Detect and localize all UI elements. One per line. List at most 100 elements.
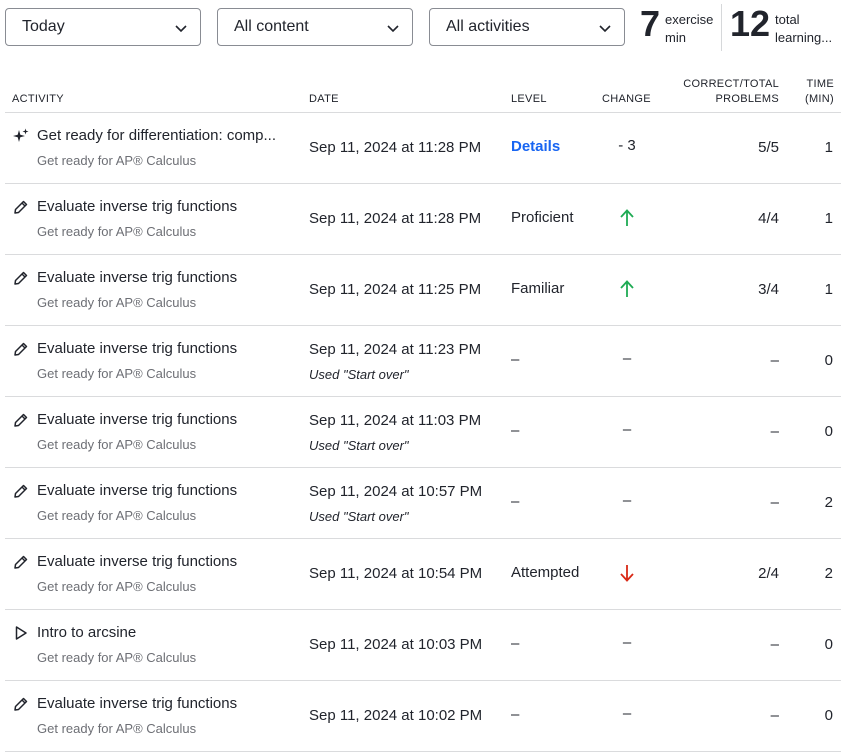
activity-title[interactable]: Intro to arcsine — [37, 624, 299, 641]
total-label-line2: learning... — [775, 30, 833, 45]
exercise-minutes-value: 7 — [640, 3, 661, 44]
activity-date: Sep 11, 2024 at 10:02 PM — [309, 707, 483, 724]
table-row[interactable]: Get ready for differentiation: comp... Ge… — [5, 113, 841, 184]
activity-title[interactable]: Evaluate inverse trig functions — [37, 411, 299, 428]
table-row[interactable]: Evaluate inverse trig functions Get ready… — [5, 397, 841, 468]
score-value: – — [770, 707, 779, 724]
activity-title[interactable]: Evaluate inverse trig functions — [37, 482, 299, 499]
content-value: All content — [234, 18, 309, 35]
mastery-level: Familiar — [511, 280, 565, 297]
pencil-icon — [13, 483, 29, 499]
change-indicator — [605, 279, 649, 299]
total-learning-value: 12 — [730, 3, 771, 44]
header-score-line2: PROBLEMS — [715, 93, 779, 105]
table-row[interactable]: Intro to arcsine Get ready for AP® Calcul… — [5, 610, 841, 681]
activity-date: Sep 11, 2024 at 10:54 PM — [309, 565, 483, 582]
score-value: 4/4 — [758, 210, 779, 227]
change-value: – — [622, 350, 632, 367]
pencil-icon — [13, 554, 29, 570]
mastery-level: Proficient — [511, 209, 574, 226]
score-value: 2/4 — [758, 565, 779, 582]
activity-title[interactable]: Evaluate inverse trig functions — [37, 695, 299, 712]
score-value: 3/4 — [758, 281, 779, 298]
header-activity: ACTIVITY — [12, 93, 64, 105]
content-select[interactable]: All content — [217, 8, 413, 46]
change-indicator — [605, 208, 649, 228]
activity-title[interactable]: Evaluate inverse trig functions — [37, 340, 299, 357]
arrow-up-icon — [620, 280, 634, 297]
header-score: CORRECT/TOTAL PROBLEMS — [683, 77, 779, 107]
table-row[interactable]: Evaluate inverse trig functions Get ready… — [5, 184, 841, 255]
course-name: Get ready for AP® Calculus — [37, 224, 197, 239]
pencil-icon — [13, 270, 29, 286]
change-value: - 3 — [618, 137, 636, 154]
sparkle-icon — [13, 128, 29, 144]
activity-note: Used "Start over" — [309, 438, 409, 453]
course-name: Get ready for AP® Calculus — [37, 153, 197, 168]
time-value: 1 — [824, 210, 833, 227]
header-level: LEVEL — [511, 93, 547, 105]
header-time: TIME (MIN) — [805, 77, 834, 107]
time-value: 0 — [824, 352, 833, 369]
activity-title[interactable]: Evaluate inverse trig functions — [37, 198, 299, 215]
time-value: 0 — [824, 423, 833, 440]
score-value: – — [770, 636, 779, 653]
change-value: – — [622, 705, 632, 722]
header-date: DATE — [309, 93, 339, 105]
score-value: 5/5 — [758, 139, 779, 156]
header-score-line1: CORRECT/TOTAL — [683, 78, 779, 90]
exercise-label-line1: exercise — [665, 12, 713, 27]
course-name: Get ready for AP® Calculus — [37, 508, 197, 523]
activities-select[interactable]: All activities — [429, 8, 625, 46]
mastery-level: – — [511, 635, 520, 652]
course-name: Get ready for AP® Calculus — [37, 721, 197, 736]
pencil-icon — [13, 199, 29, 215]
play-icon — [13, 625, 29, 641]
activity-note: Used "Start over" — [309, 509, 409, 524]
header-time-line1: TIME — [806, 78, 834, 90]
arrow-up-icon — [620, 209, 634, 226]
time-value: 1 — [824, 281, 833, 298]
activity-title[interactable]: Evaluate inverse trig functions — [37, 553, 299, 570]
time-value: 2 — [824, 494, 833, 511]
date-range-value: Today — [22, 18, 65, 35]
activity-date: Sep 11, 2024 at 11:28 PM — [309, 210, 482, 227]
score-value: – — [770, 352, 779, 369]
activity-date: Sep 11, 2024 at 10:57 PM — [309, 483, 483, 500]
time-value: 0 — [824, 636, 833, 653]
table-row[interactable]: Evaluate inverse trig functions Get ready… — [5, 255, 841, 326]
pencil-icon — [13, 341, 29, 357]
activities-value: All activities — [446, 18, 530, 35]
chevron-down-icon — [387, 25, 399, 33]
mastery-level: – — [511, 422, 520, 439]
change-value: – — [622, 492, 632, 509]
score-value: – — [770, 494, 779, 511]
table-row[interactable]: Evaluate inverse trig functions Get ready… — [5, 326, 841, 397]
header-time-line2: (MIN) — [805, 93, 834, 105]
chevron-down-icon — [175, 25, 187, 33]
mastery-level: – — [511, 493, 520, 510]
course-name: Get ready for AP® Calculus — [37, 579, 197, 594]
table-row[interactable]: Evaluate inverse trig functions Get ready… — [5, 539, 841, 610]
mastery-level: Attempted — [511, 564, 580, 581]
course-name: Get ready for AP® Calculus — [37, 650, 197, 665]
activity-date: Sep 11, 2024 at 11:25 PM — [309, 281, 482, 298]
change-value: – — [622, 634, 632, 651]
course-name: Get ready for AP® Calculus — [37, 366, 197, 381]
exercise-minutes-label: exercise min — [665, 11, 713, 47]
change-value: – — [622, 421, 632, 438]
activity-title[interactable]: Get ready for differentiation: comp... — [37, 127, 299, 144]
arrow-down-icon — [620, 565, 634, 582]
details-link[interactable]: Details — [511, 138, 560, 155]
activity-title[interactable]: Evaluate inverse trig functions — [37, 269, 299, 286]
table-row[interactable]: Evaluate inverse trig functions Get ready… — [5, 468, 841, 539]
header-change: CHANGE — [602, 93, 651, 105]
mastery-level: – — [511, 706, 520, 723]
mastery-level: – — [511, 351, 520, 368]
chevron-down-icon — [599, 25, 611, 33]
activity-date: Sep 11, 2024 at 10:03 PM — [309, 636, 483, 653]
date-range-select[interactable]: Today — [5, 8, 201, 46]
table-row[interactable]: Evaluate inverse trig functions Get ready… — [5, 681, 841, 752]
score-value: – — [770, 423, 779, 440]
time-value: 0 — [824, 707, 833, 724]
